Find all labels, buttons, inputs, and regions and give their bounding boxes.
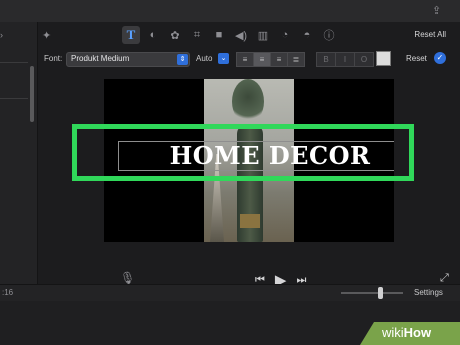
camera-icon[interactable]: ■ xyxy=(210,26,228,44)
twine-wrap xyxy=(240,214,260,228)
font-select[interactable]: Produkt Medium ⇕ xyxy=(66,52,190,67)
sidebar-divider xyxy=(0,98,28,99)
align-left-button[interactable]: ≡ xyxy=(236,52,254,67)
outline-button[interactable]: O xyxy=(354,52,374,67)
bold-button[interactable]: B xyxy=(316,52,336,67)
sidebar-arrow-icon[interactable]: › xyxy=(0,30,3,40)
align-right-button[interactable]: ≡ xyxy=(270,52,288,67)
align-center-icon: ≡ xyxy=(259,55,265,64)
settings-button[interactable]: Settings xyxy=(414,288,443,297)
reset-all-button[interactable]: Reset All xyxy=(414,30,446,39)
title-font-controls: Font: Produkt Medium ⇕ Auto ⌄ ≡ ≡ ≡ ≣ B … xyxy=(38,48,460,70)
text-style-buttons: B I O xyxy=(316,52,374,67)
alignment-buttons: ≡ ≡ ≡ ≣ xyxy=(236,52,305,67)
crop-icon[interactable]: ⌗ xyxy=(188,26,206,44)
speed-icon[interactable]: ◔ xyxy=(276,26,294,44)
italic-button[interactable]: I xyxy=(335,52,355,67)
font-select-value: Produkt Medium xyxy=(71,54,130,63)
equalizer-icon[interactable]: ▥ xyxy=(254,26,272,44)
watermark-text: wikiHow xyxy=(382,325,432,340)
align-justify-icon: ≣ xyxy=(292,55,300,64)
chevron-updown-icon: ⇕ xyxy=(177,54,188,65)
adjustment-tools: T ◐ ✿ ⌗ ■ ◀) ▥ ◔ ◓ ⓘ xyxy=(122,26,338,44)
timeline-header: :16 Settings xyxy=(0,284,460,302)
sidebar-divider xyxy=(0,62,28,63)
timecode: :16 xyxy=(2,288,14,297)
title-T-icon[interactable]: T xyxy=(122,26,140,44)
apply-check-icon[interactable]: ✓ xyxy=(434,52,446,64)
window-toolbar: ⇪ xyxy=(0,0,460,23)
font-label: Font: xyxy=(44,54,63,63)
align-justify-button[interactable]: ≣ xyxy=(287,52,305,67)
color-palette-icon[interactable]: ✿ xyxy=(166,26,184,44)
plant-leaves xyxy=(232,79,264,124)
microphone-icon[interactable]: 🎙 xyxy=(120,271,135,285)
align-right-icon: ≡ xyxy=(276,55,282,64)
highlight-frame xyxy=(72,124,414,181)
color-balance-icon[interactable]: ◐ xyxy=(144,26,162,44)
magic-wand-icon[interactable]: ✦ xyxy=(42,29,51,42)
font-size-value[interactable]: Auto xyxy=(196,54,212,63)
info-icon[interactable]: ⓘ xyxy=(320,26,338,44)
zoom-slider-knob[interactable] xyxy=(378,287,383,299)
noise-reduction-icon[interactable]: ◓ xyxy=(298,26,316,44)
sidebar-scrollbar[interactable] xyxy=(30,66,34,122)
align-left-icon: ≡ xyxy=(242,55,248,64)
browser-sidebar: › xyxy=(0,22,38,284)
wikihow-watermark: wikiHow xyxy=(360,322,460,345)
reset-button[interactable]: Reset xyxy=(406,54,427,63)
zoom-slider-track[interactable] xyxy=(341,292,403,294)
size-chevron-down-icon[interactable]: ⌄ xyxy=(218,53,229,64)
text-color-swatch[interactable] xyxy=(376,51,391,66)
volume-icon[interactable]: ◀) xyxy=(232,26,250,44)
share-icon[interactable]: ⇪ xyxy=(432,4,446,18)
align-center-button[interactable]: ≡ xyxy=(253,52,271,67)
adjustment-toolbar: ✦ T ◐ ✿ ⌗ ■ ◀) ▥ ◔ ◓ ⓘ Reset All xyxy=(38,22,460,48)
